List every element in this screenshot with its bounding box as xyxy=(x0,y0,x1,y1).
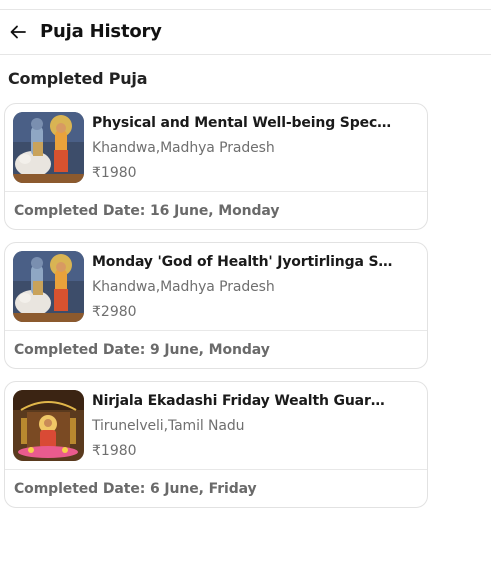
puja-price: ₹1980 xyxy=(92,443,137,459)
puja-card-body: Nirjala Ekadashi Friday Wealth Guardian … xyxy=(5,382,427,470)
card-divider xyxy=(5,469,427,470)
puja-card[interactable]: Nirjala Ekadashi Friday Wealth Guardian … xyxy=(4,381,428,508)
puja-title: Monday 'God of Health' Jyortirlinga Spec… xyxy=(92,254,394,270)
puja-title: Nirjala Ekadashi Friday Wealth Guardian … xyxy=(92,393,394,409)
puja-card-body: Monday 'God of Health' Jyortirlinga Spec… xyxy=(5,243,427,331)
puja-card[interactable]: Monday 'God of Health' Jyortirlinga Spec… xyxy=(4,242,428,369)
puja-price: ₹1980 xyxy=(92,165,137,181)
puja-card-body: Physical and Mental Well-being Special H… xyxy=(5,104,427,192)
completed-date: Completed Date: 9 June, Monday xyxy=(14,342,270,358)
arrow-left-icon xyxy=(10,25,26,39)
app-header: Puja History xyxy=(0,10,491,55)
puja-location: Tirunelveli,Tamil Nadu xyxy=(92,418,245,434)
shiva-parvati-nandi-image xyxy=(13,251,84,322)
back-button[interactable] xyxy=(8,22,28,42)
puja-list: Physical and Mental Well-being Special H… xyxy=(4,103,428,520)
lakshmi-temple-image xyxy=(13,390,84,461)
puja-price: ₹2980 xyxy=(92,304,137,320)
puja-location: Khandwa,Madhya Pradesh xyxy=(92,140,275,156)
card-divider xyxy=(5,330,427,331)
puja-card[interactable]: Physical and Mental Well-being Special H… xyxy=(4,103,428,230)
section-title: Completed Puja xyxy=(8,69,148,88)
completed-date: Completed Date: 6 June, Friday xyxy=(14,481,257,497)
puja-title: Physical and Mental Well-being Special H… xyxy=(92,115,394,131)
puja-location: Khandwa,Madhya Pradesh xyxy=(92,279,275,295)
completed-date: Completed Date: 16 June, Monday xyxy=(14,203,280,219)
shiva-parvati-nandi-image xyxy=(13,112,84,183)
page-title: Puja History xyxy=(40,21,162,42)
card-divider xyxy=(5,191,427,192)
